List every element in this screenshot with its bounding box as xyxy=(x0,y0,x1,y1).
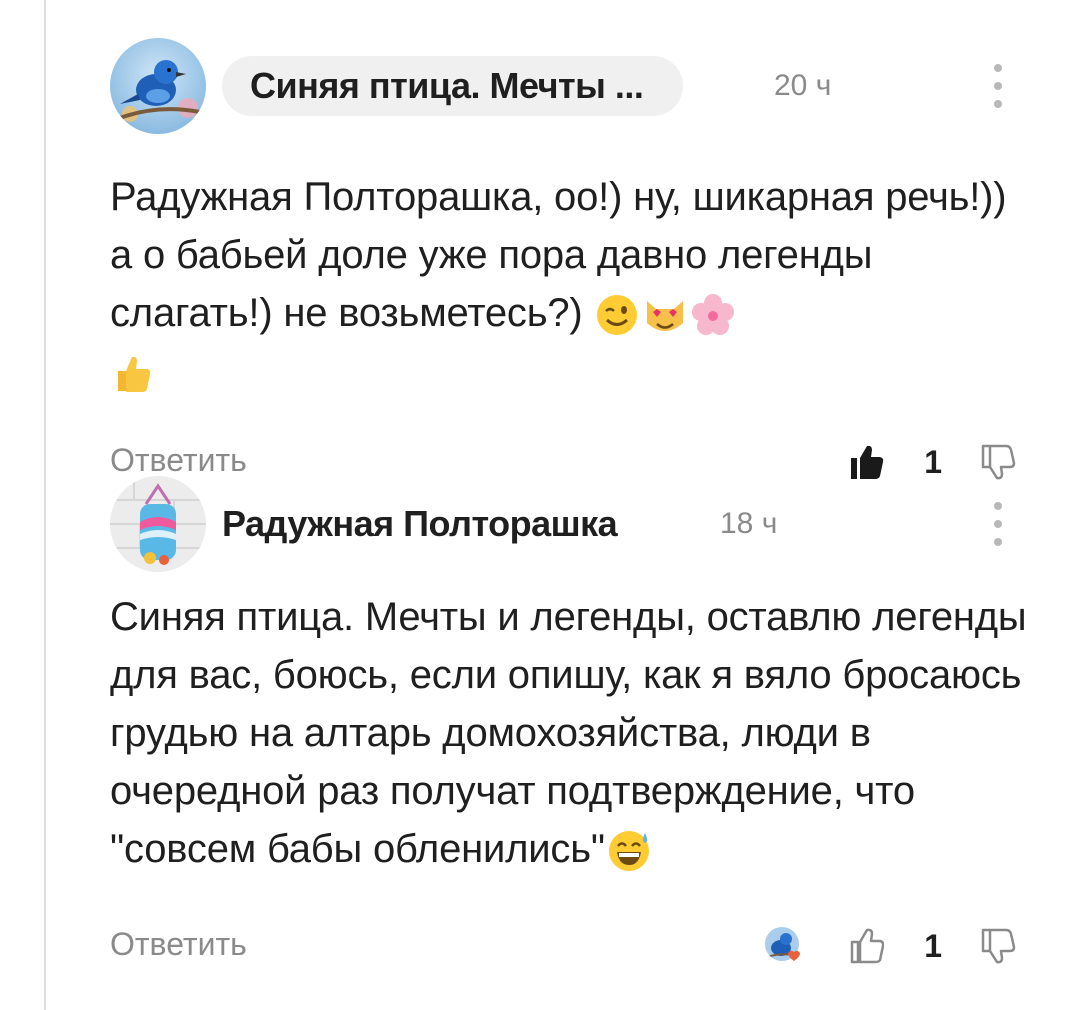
like-count: 1 xyxy=(924,443,942,480)
like-icon-filled[interactable] xyxy=(850,444,884,480)
comment-text: Синяя птица. Мечты и легенды, оставлю ле… xyxy=(110,595,1027,871)
author-name[interactable]: Радужная Полторашка xyxy=(222,494,618,554)
comment-body: Радужная Полторашка, оо!) ну, шикарная р… xyxy=(110,168,1030,400)
comment-time: 20 ч xyxy=(774,69,832,102)
reply-button[interactable]: Ответить xyxy=(110,442,247,479)
more-options-icon[interactable] xyxy=(986,502,1010,546)
winking-face-icon xyxy=(597,295,638,336)
like-icon[interactable] xyxy=(850,928,885,964)
comment: Синяя птица. Мечты ... 20 ч Радужная Пол… xyxy=(110,38,1030,490)
comment: Радужная Полторашка 18 ч Синяя птица. Ме… xyxy=(110,476,1030,974)
dislike-icon[interactable] xyxy=(980,927,1016,965)
reactions: 1 xyxy=(764,918,1016,974)
comment-text: Радужная Полторашка, оо!) ну, шикарная р… xyxy=(110,175,1007,335)
author-name-text: Синяя птица. Мечты ... xyxy=(250,65,644,106)
avatar[interactable] xyxy=(110,38,206,134)
smiling-cat-heart-eyes-icon xyxy=(647,301,684,332)
comment-actions: Ответить 1 xyxy=(110,918,1030,974)
reply-button[interactable]: Ответить xyxy=(110,926,247,963)
more-options-icon[interactable] xyxy=(986,64,1010,108)
like-count: 1 xyxy=(924,927,942,964)
grinning-face-with-sweat-icon xyxy=(608,831,649,872)
thumbs-up-icon xyxy=(118,357,151,393)
avatar[interactable] xyxy=(110,476,206,572)
thread-line xyxy=(44,0,46,1010)
comment-header: Синяя птица. Мечты ... 20 ч xyxy=(110,38,1030,134)
comment-header: Радужная Полторашка 18 ч xyxy=(110,476,1030,572)
cherry-blossom-icon xyxy=(692,294,735,336)
author-name[interactable]: Синяя птица. Мечты ... xyxy=(222,56,684,116)
comment-body: Синяя птица. Мечты и легенды, оставлю ле… xyxy=(110,588,1030,878)
liked-by-author-avatar[interactable] xyxy=(764,926,804,966)
comment-time: 18 ч xyxy=(720,507,778,540)
